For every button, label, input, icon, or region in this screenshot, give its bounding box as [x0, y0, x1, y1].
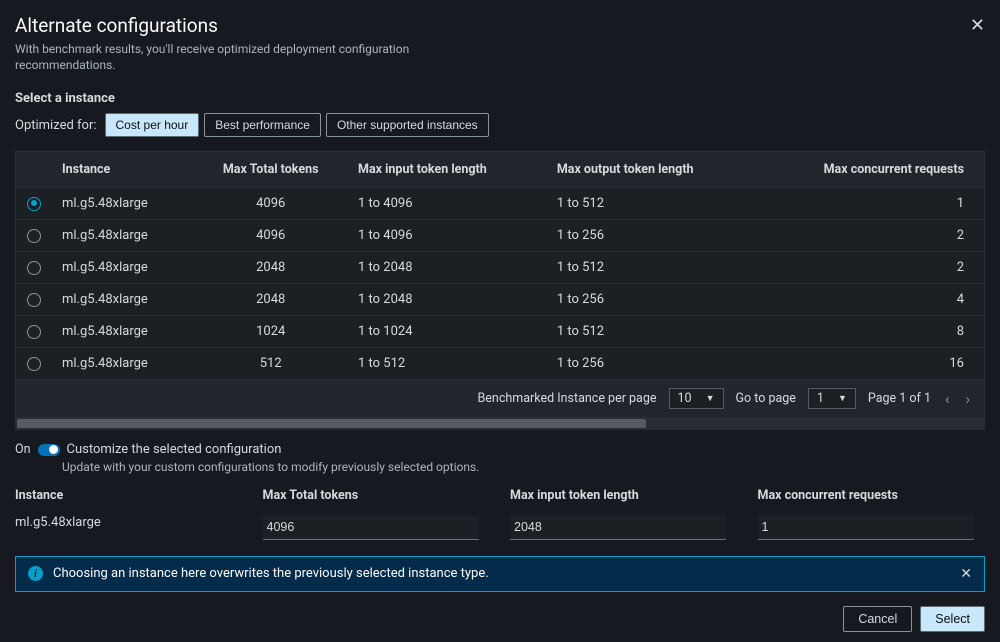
col-output[interactable]: Max output token length [547, 152, 756, 188]
col-instance[interactable]: Instance [52, 152, 193, 188]
cell-concurrent: 16 [756, 348, 984, 380]
optimized-for-row: Optimized for: Cost per hour Best perfor… [15, 113, 985, 137]
total-tokens-input[interactable] [263, 515, 479, 540]
cell-output: 1 to 512 [547, 316, 756, 348]
prev-page-icon[interactable]: ‹ [943, 390, 952, 408]
cell-instance: ml.g5.48xlarge [52, 220, 193, 252]
input-length-label: Max input token length [510, 488, 738, 503]
cell-total: 512 [193, 348, 348, 380]
cell-total: 2048 [193, 284, 348, 316]
cell-output: 1 to 512 [547, 188, 756, 220]
modal-header: Alternate configurations ✕ [15, 14, 985, 37]
concurrent-label: Max concurrent requests [758, 488, 986, 503]
optimization-segment: Cost per hour Best performance Other sup… [105, 113, 489, 137]
cell-concurrent: 1 [756, 188, 984, 220]
cell-concurrent: 8 [756, 316, 984, 348]
col-select [16, 152, 52, 188]
customize-label: Customize the selected configuration [67, 442, 282, 457]
table-row[interactable]: ml.g5.48xlarge40961 to 40961 to 2562 [16, 220, 984, 252]
cell-instance: ml.g5.48xlarge [52, 252, 193, 284]
info-icon: i [28, 566, 43, 581]
col-total[interactable]: Max Total tokens [193, 152, 348, 188]
instance-table-wrap: Instance Max Total tokens Max input toke… [15, 151, 985, 418]
select-instance-label: Select a instance [15, 91, 985, 106]
modal-subtitle: With benchmark results, you'll receive o… [15, 42, 445, 73]
per-page-select[interactable]: 10 ▼ [669, 388, 724, 409]
page-indicator: Page 1 of 1 [868, 391, 931, 406]
cell-instance: ml.g5.48xlarge [52, 316, 193, 348]
cell-input: 1 to 4096 [348, 188, 547, 220]
table-row[interactable]: ml.g5.48xlarge5121 to 5121 to 25616 [16, 348, 984, 380]
seg-cost-per-hour[interactable]: Cost per hour [105, 113, 200, 137]
seg-best-performance[interactable]: Best performance [204, 113, 321, 137]
form-instance: Instance ml.g5.48xlarge [15, 488, 243, 540]
row-radio[interactable] [27, 357, 41, 371]
cell-input: 1 to 4096 [348, 220, 547, 252]
cell-input: 1 to 1024 [348, 316, 547, 348]
cell-output: 1 to 512 [547, 252, 756, 284]
cell-total: 4096 [193, 188, 348, 220]
cell-concurrent: 2 [756, 252, 984, 284]
cell-output: 1 to 256 [547, 348, 756, 380]
row-radio[interactable] [27, 229, 41, 243]
row-radio[interactable] [27, 325, 41, 339]
input-length-input[interactable] [510, 515, 726, 540]
instance-label: Instance [15, 488, 243, 503]
goto-page-select[interactable]: 1 ▼ [808, 388, 856, 409]
per-page-label: Benchmarked Instance per page [478, 391, 657, 406]
cell-instance: ml.g5.48xlarge [52, 284, 193, 316]
cell-total: 1024 [193, 316, 348, 348]
form-total-tokens: Max Total tokens [263, 488, 491, 540]
modal-title: Alternate configurations [15, 14, 218, 37]
optimized-for-label: Optimized for: [15, 118, 97, 133]
cell-total: 4096 [193, 220, 348, 252]
cell-input: 1 to 512 [348, 348, 547, 380]
cell-total: 2048 [193, 252, 348, 284]
customize-subtext: Update with your custom configurations t… [62, 460, 482, 476]
row-radio[interactable] [27, 261, 41, 275]
cell-output: 1 to 256 [547, 284, 756, 316]
row-radio[interactable] [27, 197, 41, 211]
cell-concurrent: 4 [756, 284, 984, 316]
horizontal-scrollbar[interactable] [15, 418, 985, 430]
form-input-length: Max input token length [510, 488, 738, 540]
col-concurrent[interactable]: Max concurrent requests [756, 152, 984, 188]
cell-instance: ml.g5.48xlarge [52, 348, 193, 380]
select-button[interactable]: Select [920, 606, 985, 632]
customize-toggle-row: On Customize the selected configuration [15, 442, 985, 457]
table-row[interactable]: ml.g5.48xlarge20481 to 20481 to 2564 [16, 284, 984, 316]
row-radio[interactable] [27, 293, 41, 307]
close-icon[interactable]: ✕ [970, 15, 985, 36]
caret-down-icon: ▼ [706, 393, 715, 404]
table-row[interactable]: ml.g5.48xlarge10241 to 10241 to 5128 [16, 316, 984, 348]
next-page-icon[interactable]: › [963, 390, 972, 408]
caret-down-icon: ▼ [838, 393, 847, 404]
table-row[interactable]: ml.g5.48xlarge40961 to 40961 to 5121 [16, 188, 984, 220]
customize-form: Instance ml.g5.48xlarge Max Total tokens… [15, 488, 985, 540]
toggle-state-label: On [15, 442, 31, 457]
goto-label: Go to page [736, 391, 796, 406]
info-alert: i Choosing an instance here overwrites t… [15, 556, 985, 592]
col-input[interactable]: Max input token length [348, 152, 547, 188]
alert-close-icon[interactable]: ✕ [960, 566, 972, 582]
cell-input: 1 to 2048 [348, 252, 547, 284]
instance-value: ml.g5.48xlarge [15, 515, 243, 530]
modal-container: Alternate configurations ✕ With benchmar… [0, 0, 1000, 642]
concurrent-input[interactable] [758, 515, 974, 540]
modal-footer: Cancel Select [15, 606, 985, 632]
table-row[interactable]: ml.g5.48xlarge20481 to 20481 to 5122 [16, 252, 984, 284]
table-pager: Benchmarked Instance per page 10 ▼ Go to… [16, 379, 984, 417]
alert-message: Choosing an instance here overwrites the… [53, 566, 950, 581]
cancel-button[interactable]: Cancel [843, 606, 912, 632]
seg-other-instances[interactable]: Other supported instances [326, 113, 489, 137]
cell-concurrent: 2 [756, 220, 984, 252]
customize-toggle[interactable] [38, 444, 60, 456]
cell-output: 1 to 256 [547, 220, 756, 252]
total-tokens-label: Max Total tokens [263, 488, 491, 503]
instance-table: Instance Max Total tokens Max input toke… [16, 152, 984, 379]
cell-input: 1 to 2048 [348, 284, 547, 316]
cell-instance: ml.g5.48xlarge [52, 188, 193, 220]
form-concurrent: Max concurrent requests [758, 488, 986, 540]
